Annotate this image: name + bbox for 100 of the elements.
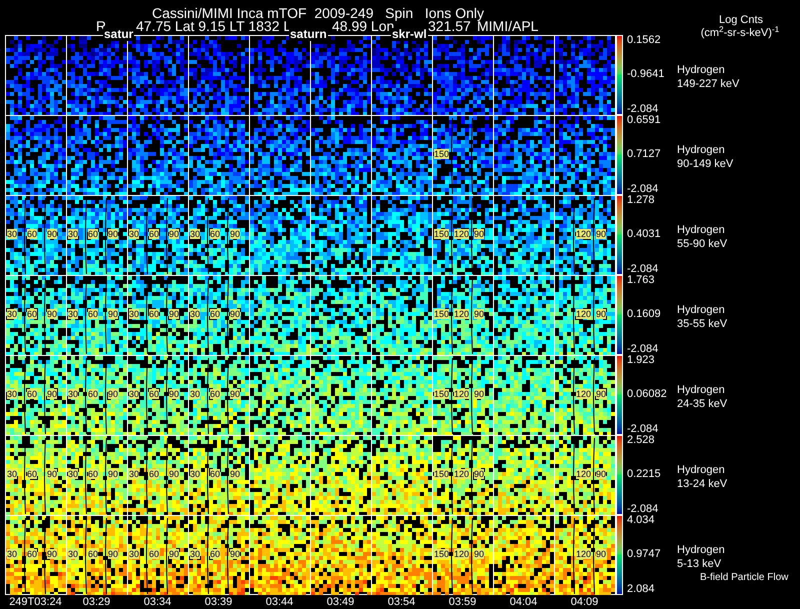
time-label: 03:54 bbox=[388, 596, 416, 608]
time-label: 04:04 bbox=[510, 596, 538, 608]
contour-label: 90 bbox=[596, 309, 606, 319]
scale-mid-label: 0.06082 bbox=[627, 389, 667, 400]
contour-label: 30 bbox=[190, 469, 200, 479]
scale-mid-label: 0.4031 bbox=[627, 229, 661, 240]
contour-label: 30 bbox=[190, 309, 200, 319]
contour-label: 90 bbox=[47, 309, 58, 319]
overlay-label: saturn bbox=[289, 28, 328, 41]
scale-mid-label: 0.9747 bbox=[627, 549, 661, 560]
scale-max-label: 1.923 bbox=[627, 355, 655, 366]
contour-label: 30 bbox=[7, 389, 18, 399]
contour-label: 30 bbox=[190, 229, 200, 239]
energy-label: 24-35 keV bbox=[677, 397, 728, 411]
ephemeris-label: 321.57 bbox=[428, 18, 471, 34]
contour-label: 90 bbox=[169, 389, 180, 399]
species-label: Hydrogen bbox=[677, 143, 726, 157]
energy-label: 90-149 keV bbox=[677, 157, 734, 171]
contour-label: 30 bbox=[129, 309, 140, 319]
contour-label: 120 bbox=[454, 229, 470, 239]
scale-min-label: -2.084 bbox=[627, 344, 658, 355]
contour-label: 30 bbox=[129, 389, 140, 399]
contour-label: 90 bbox=[474, 469, 484, 479]
scale-min-label: -2.084 bbox=[627, 504, 658, 515]
time-label: 03:44 bbox=[266, 596, 294, 608]
contour-label: 120 bbox=[454, 549, 470, 559]
species-label: Hydrogen bbox=[677, 543, 725, 557]
contour-label: 150 bbox=[434, 469, 450, 479]
contour-label: 90 bbox=[108, 229, 118, 239]
scale-min-label: -2.084 bbox=[627, 184, 658, 195]
contour-label: 90 bbox=[474, 389, 484, 399]
contour-label: 90 bbox=[108, 469, 118, 479]
contour-label: 60 bbox=[210, 389, 220, 399]
contour-label: 60 bbox=[149, 549, 160, 559]
contour-label: 90 bbox=[169, 469, 180, 479]
energy-label: 35-55 keV bbox=[677, 317, 728, 331]
contour-label: 120 bbox=[454, 389, 470, 399]
contour-label: 30 bbox=[129, 229, 140, 239]
contour-label: 120 bbox=[576, 549, 592, 559]
contour-label: 90 bbox=[596, 229, 606, 239]
scale-max-label: 1.278 bbox=[627, 195, 655, 206]
contour-label: 60 bbox=[27, 549, 38, 559]
contour-label: 30 bbox=[7, 309, 18, 319]
contour-label: 30 bbox=[7, 229, 18, 239]
contour-label: 60 bbox=[27, 309, 38, 319]
scale-mid-label: 0.1609 bbox=[627, 309, 661, 320]
time-label: 249T03:24 bbox=[9, 596, 62, 608]
contour-label: 60 bbox=[88, 469, 98, 479]
contour-label: 60 bbox=[27, 469, 38, 479]
contour-label: 30 bbox=[7, 549, 18, 559]
energy-label: 55-90 keV bbox=[677, 237, 728, 251]
contour-label: 90 bbox=[474, 309, 484, 319]
species-label: Hydrogen bbox=[677, 383, 726, 397]
contour-label: 90 bbox=[108, 389, 118, 399]
contour-label: 90 bbox=[230, 549, 240, 559]
contour-label: 150 bbox=[434, 229, 450, 239]
contour-label: 90 bbox=[47, 229, 58, 239]
contour-label: 90 bbox=[474, 549, 484, 559]
contour-label: 90 bbox=[230, 309, 240, 319]
contour-label: 60 bbox=[88, 309, 98, 319]
contour-label: 30 bbox=[68, 229, 78, 239]
contour-label: 90 bbox=[169, 229, 180, 239]
energy-label: 5-13 keV bbox=[677, 557, 722, 571]
contour-label: 120 bbox=[454, 309, 470, 319]
plot-title: Cassini/MIMI Inca mTOF 2009-249 Spin Ions Only bbox=[152, 5, 484, 21]
contour-label: 60 bbox=[210, 549, 220, 559]
contour-label: 60 bbox=[210, 309, 220, 319]
scale-mid-label: 0.2215 bbox=[627, 469, 661, 480]
time-label: 03:29 bbox=[82, 596, 110, 608]
contour-label: 60 bbox=[27, 229, 38, 239]
contour-label: 120 bbox=[576, 309, 592, 319]
contour-label: 150 bbox=[434, 149, 450, 159]
scale-max-label: 2.528 bbox=[627, 435, 655, 446]
contour-label: 60 bbox=[149, 229, 160, 239]
units-label: (cm$^{2}$-sr-s-keV)$^{-1}$ bbox=[700, 27, 780, 39]
scale-max-label: 0.6591 bbox=[627, 115, 661, 126]
contour-label: 30 bbox=[68, 549, 78, 559]
scale-max-label: 1.763 bbox=[627, 275, 655, 286]
species-label: Hydrogen bbox=[677, 63, 726, 77]
scale-max-label: 0.1562 bbox=[627, 35, 661, 46]
scale-max-label: 4.034 bbox=[627, 515, 655, 526]
contour-label: 30 bbox=[68, 389, 78, 399]
legend-label: B-field Particle Flow bbox=[700, 572, 788, 583]
energy-label: 13-24 keV bbox=[677, 477, 728, 491]
contour-label: 60 bbox=[210, 469, 220, 479]
time-label: 03:39 bbox=[204, 596, 232, 608]
contour-label: 60 bbox=[88, 229, 98, 239]
contour-label: 90 bbox=[108, 309, 118, 319]
contour-label: 90 bbox=[169, 309, 180, 319]
contour-label: 30 bbox=[190, 389, 200, 399]
contour-label: 90 bbox=[596, 389, 606, 399]
contour-label: 60 bbox=[88, 389, 98, 399]
contour-label: 90 bbox=[230, 389, 240, 399]
contour-label: 120 bbox=[454, 469, 470, 479]
contour-label: 60 bbox=[149, 309, 160, 319]
contour-label: 150 bbox=[434, 309, 450, 319]
contour-label: 90 bbox=[108, 549, 118, 559]
scale-mid-label: 0.7127 bbox=[627, 149, 661, 160]
contour-label: 120 bbox=[576, 389, 592, 399]
contour-label: 90 bbox=[47, 389, 58, 399]
